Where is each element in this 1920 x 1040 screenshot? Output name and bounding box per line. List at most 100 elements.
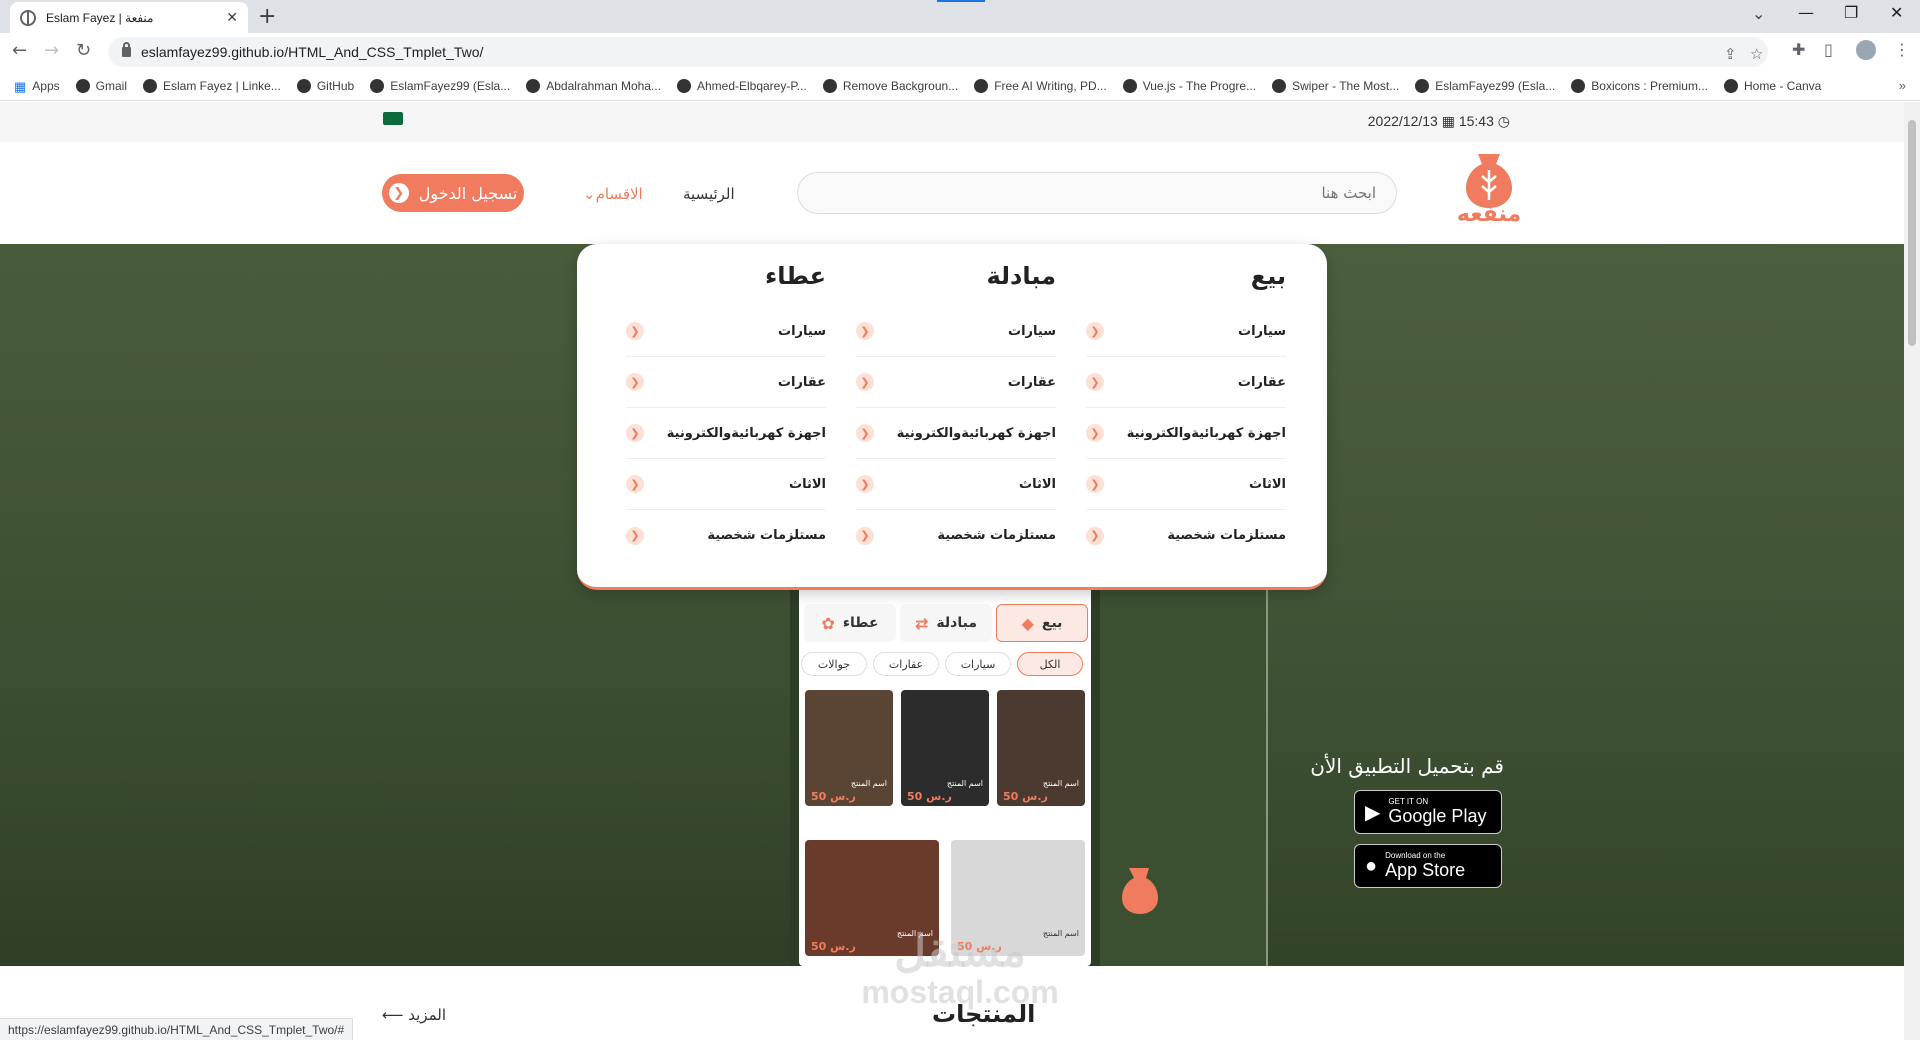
app-store-big-text: App Store [1385,860,1466,880]
bookmark-item[interactable]: GitHub [296,78,355,93]
more-bookmarks-icon[interactable]: » [1899,78,1906,93]
bookmark-item[interactable]: ▦ Apps [14,79,60,94]
mega-menu-item[interactable]: مستلزمات شخصية ❮ [626,510,826,561]
mega-menu-item-label: سيارات [778,323,826,339]
chevron-left-icon: ❮ [1086,475,1104,493]
mega-column-sell: بيع سيارات ❮ عقارات ❮ اجهزة كهربائيةوالكتروني… [1086,262,1286,561]
bookmark-favicon-icon [1415,78,1430,93]
bookmark-star-icon[interactable]: ☆ [1750,45,1763,63]
mega-menu-item[interactable]: الاثاث ❮ [626,459,826,510]
side-panel-icon[interactable]: ▯ [1824,40,1833,59]
mega-menu-item[interactable]: عقارات ❮ [1086,357,1286,408]
chevron-left-icon: ❮ [626,424,644,442]
mega-menu-item[interactable]: الاثاث ❮ [1086,459,1286,510]
restore-button[interactable]: ❐ [1844,3,1858,22]
reload-button[interactable]: ↻ [76,40,91,61]
more-link[interactable]: المزيد ⟵ [382,1006,446,1024]
mega-menu-item[interactable]: عقارات ❮ [856,357,1056,408]
nav-categories-link[interactable]: الاقسام⌄ [583,185,643,203]
close-window-button[interactable]: ✕ [1890,3,1903,22]
bookmark-label: EslamFayez99 (Esla... [390,78,511,93]
mega-column-title: مبادلة [986,262,1056,290]
nav-home-link[interactable]: الرئيسية [683,185,735,203]
bookmark-item[interactable]: Swiper - The Most... [1272,78,1399,93]
phone-tab-exchange-label: مبادلة [936,615,977,631]
login-button[interactable]: تسجيل الدخول ❮ [382,174,524,212]
mega-menu-item[interactable]: اجهزة كهربائيةوالكترونية ❮ [1086,408,1286,459]
tab-search-chevron-icon[interactable]: ⌄ [1752,4,1765,23]
phone-chip-realestate: عقارات [873,652,939,676]
bookmark-label: Ahmed-Elbqarey-P... [696,78,807,93]
profile-avatar[interactable] [1856,40,1876,60]
mega-menu-item-label: عقارات [777,374,826,390]
bookmark-item[interactable]: Remove Backgroun... [822,78,958,93]
mega-menu-item[interactable]: اجهزة كهربائيةوالكترونية ❮ [856,408,1056,459]
page-scrollbar[interactable] [1904,102,1920,1040]
tab-accent-line [937,0,985,2]
google-play-icon: ▶ [1365,801,1381,824]
menu-kebab-icon[interactable]: ⋮ [1894,40,1910,59]
mega-menu-item[interactable]: سيارات ❮ [1086,306,1286,357]
bookmark-favicon-icon [974,78,989,93]
close-tab-icon[interactable]: ✕ [226,10,238,26]
bookmark-favicon-icon [526,78,541,93]
scrollbar-thumb[interactable] [1908,120,1916,346]
browser-tab[interactable]: Eslam Fayez | منفعة ✕ [10,2,248,33]
bookmark-item[interactable]: Free AI Writing, PD... [974,78,1107,93]
extensions-icon[interactable]: ✚ [1792,40,1805,59]
chevron-left-icon: ❮ [856,373,874,391]
mega-menu-item[interactable]: الاثاث ❮ [856,459,1056,510]
bookmark-label: EslamFayez99 (Esla... [1435,78,1556,93]
saudi-flag-icon[interactable] [383,112,403,125]
phone-chip-phones: جوالات [801,652,867,676]
bookmark-item[interactable]: Vue.js - The Progre... [1122,78,1256,93]
more-link-label: المزيد [408,1006,447,1024]
chevron-left-icon: ❮ [626,526,644,545]
logo-text: منفعه [1456,202,1522,227]
phone-tab-sell-label: بيع [1041,615,1063,631]
globe-icon [20,9,36,26]
tab-title: Eslam Fayez | منفعة [46,10,154,25]
bookmark-item[interactable]: Ahmed-Elbqarey-P... [676,78,807,93]
date-text: 2022/12/13 [1367,113,1438,129]
mega-menu-item[interactable]: سيارات ❮ [626,306,826,357]
app-store-button[interactable]: ● Download on the App Store [1354,844,1502,888]
mega-menu-item[interactable]: مستلزمات شخصية ❮ [856,510,1056,561]
google-play-button[interactable]: ▶ GET IT ON Google Play [1354,790,1502,834]
share-icon[interactable]: ⇪ [1724,45,1737,63]
phone-tab-give: عطاء ✿ [804,604,896,642]
bookmark-label: Gmail [95,78,127,93]
bookmark-item[interactable]: Boxicons : Premium... [1571,78,1708,93]
browser-toolbar: ← → ↻ eslamfayez99.github.io/HTML_And_CS… [0,33,1920,71]
bookmark-label: Abdalrahman Moha... [546,78,661,93]
price-value: 50 [907,790,923,803]
mega-menu-item[interactable]: اجهزة كهربائيةوالكترونية ❮ [626,408,826,459]
chevron-left-icon: ❮ [626,322,644,340]
product-card: اسم المنتج 50 ر.س [805,690,893,806]
bookmark-item[interactable]: Gmail [75,78,127,93]
bookmark-item[interactable]: EslamFayez99 (Esla... [1415,78,1556,93]
mega-menu-item[interactable]: سيارات ❮ [856,306,1056,357]
address-bar[interactable]: eslamfayez99.github.io/HTML_And_CSS_Tmpl… [108,37,1768,67]
url-text[interactable]: eslamfayez99.github.io/HTML_And_CSS_Tmpl… [141,44,483,60]
bookmark-item[interactable]: EslamFayez99 (Esla... [370,78,511,93]
search-input[interactable] [797,172,1397,214]
chevron-down-icon: ⌄ [583,185,596,203]
categories-mega-menu: بيع سيارات ❮ عقارات ❮ اجهزة كهربائيةوالكتروني… [577,244,1327,590]
bookmark-item[interactable]: Abdalrahman Moha... [526,78,661,93]
mega-menu-item[interactable]: عقارات ❮ [626,357,826,408]
new-tab-button[interactable]: + [258,4,276,29]
chevron-left-icon: ❮ [856,526,874,545]
back-button[interactable]: ← [12,40,27,61]
bookmark-favicon-icon [1272,78,1287,93]
bookmark-label: GitHub [316,78,355,93]
minimize-button[interactable]: — [1798,3,1814,22]
bookmark-item[interactable]: Eslam Fayez | Linke... [143,78,281,93]
bookmark-item[interactable]: Home - Canva [1723,78,1821,93]
hero-pillar [1266,584,1268,966]
time-text: 15:43 [1458,113,1494,129]
forward-button[interactable]: → [44,40,59,61]
mega-menu-item[interactable]: مستلزمات شخصية ❮ [1086,510,1286,561]
tag-icon: ◆ [1021,613,1034,633]
lock-icon[interactable] [122,42,131,57]
